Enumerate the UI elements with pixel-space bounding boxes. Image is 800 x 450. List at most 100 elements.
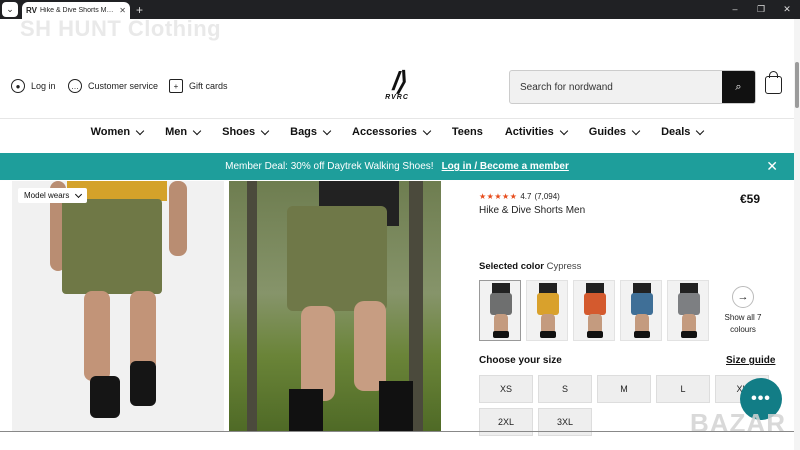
review-count: (7,094) — [534, 192, 560, 201]
model-leg-right — [130, 291, 156, 371]
close-window-button[interactable]: ✕ — [774, 0, 800, 19]
chat-dots-icon: ••• — [751, 390, 771, 407]
chevron-down-icon — [192, 126, 202, 135]
show-all-line2: colours — [730, 325, 756, 334]
product-rating[interactable]: ★★★★★ 4.7 (7,094) — [479, 192, 560, 201]
color-swatches — [479, 280, 709, 341]
chevron-down-icon — [631, 126, 641, 135]
nav-label: Shoes — [222, 126, 256, 138]
customer-service-link[interactable]: … Customer service — [68, 79, 158, 93]
size-button-l[interactable]: L — [656, 375, 710, 403]
nav-label: Activities — [504, 126, 554, 138]
model-leg-right — [354, 301, 386, 391]
nav-item-shoes[interactable]: Shoes — [211, 126, 279, 138]
nav-label: Men — [165, 126, 188, 138]
cart-bag-icon[interactable] — [765, 71, 782, 94]
choose-size-label: Choose your size — [479, 355, 562, 366]
selected-color-value: Cypress — [546, 261, 582, 272]
banner-text: Member Deal: 30% off Daytrek Walking Sho… — [225, 161, 434, 172]
nav-item-accessories[interactable]: Accessories — [341, 126, 441, 138]
product-image-front[interactable]: Model wears — [12, 181, 224, 431]
model-shorts — [62, 199, 162, 294]
model-leg-left — [84, 291, 110, 381]
logo-wordmark: RVRC — [385, 94, 409, 101]
nav-item-women[interactable]: Women — [80, 126, 155, 138]
logo-mark-icon: /⟩ — [392, 66, 405, 96]
nav-item-guides[interactable]: Guides — [578, 126, 650, 138]
banner-login-link[interactable]: Log in / Become a member — [442, 161, 569, 172]
chevron-down-icon — [135, 126, 145, 135]
nav-label: Deals — [661, 126, 691, 138]
color-swatch[interactable] — [573, 280, 615, 341]
tab-close-icon[interactable]: ✕ — [119, 6, 126, 15]
scrollbar-thumb[interactable] — [795, 62, 799, 108]
model-sock-right — [379, 381, 413, 431]
nav-label: Accessories — [352, 126, 417, 138]
nav-label: Teens — [451, 126, 483, 138]
show-all-line1: Show all 7 — [724, 313, 762, 322]
product-name: Hike & Dive Shorts Men — [479, 205, 586, 216]
gift-icon: + — [169, 79, 183, 93]
gift-cards-label: Gift cards — [189, 81, 228, 91]
favicon-icon: RV — [26, 6, 37, 15]
gift-cards-link[interactable]: + Gift cards — [169, 79, 228, 93]
tab-title: Hike & Dive Shorts Men Black — [40, 7, 115, 14]
product-image-outdoor[interactable] — [229, 181, 441, 431]
swatch-shorts — [631, 293, 653, 315]
nav-item-men[interactable]: Men — [154, 126, 211, 138]
rating-value: 4.7 — [520, 192, 532, 201]
size-guide-link[interactable]: Size guide — [726, 355, 775, 366]
site-logo[interactable]: /⟩ RVRC — [373, 68, 421, 108]
color-swatch[interactable] — [667, 280, 709, 341]
model-shoe-left — [90, 376, 120, 418]
size-button-xs[interactable]: XS — [479, 375, 533, 403]
minimize-button[interactable]: – — [722, 0, 748, 19]
nav-item-bags[interactable]: Bags — [279, 126, 341, 138]
maximize-button[interactable]: ❐ — [748, 0, 774, 19]
new-tab-button[interactable]: + — [136, 3, 143, 17]
search-bar: ⌕ — [509, 70, 756, 104]
arrow-right-icon: → — [732, 286, 754, 308]
model-sock-left — [289, 389, 323, 431]
user-icon: ● — [11, 79, 25, 93]
size-button-s[interactable]: S — [538, 375, 592, 403]
login-label: Log in — [31, 81, 56, 91]
star-rating-icon: ★★★★★ — [479, 192, 518, 201]
main-nav: Women Men Shoes Bags Accessories Teens A… — [0, 126, 794, 138]
search-button[interactable]: ⌕ — [722, 71, 755, 103]
page-bottom-divider — [0, 431, 794, 432]
nav-item-deals[interactable]: Deals — [650, 126, 714, 138]
nav-item-activities[interactable]: Activities — [494, 126, 578, 138]
swatch-shorts — [490, 293, 512, 315]
chevron-down-icon — [75, 190, 83, 198]
tab-menu-button[interactable]: ⌄ — [2, 2, 18, 17]
chevron-down-icon — [322, 126, 332, 135]
swatch-shorts — [584, 293, 606, 315]
selected-color-prefix: Selected color — [479, 261, 544, 272]
show-all-colours-button[interactable]: → Show all 7 colours — [720, 286, 766, 336]
color-swatch[interactable] — [479, 280, 521, 341]
chevron-down-icon — [559, 126, 569, 135]
close-icon[interactable]: ✕ — [766, 158, 778, 175]
watermark-bottom: BAZAR — [690, 408, 786, 438]
nav-label: Guides — [588, 126, 627, 138]
selected-color-label: Selected color Cypress — [479, 261, 581, 272]
nav-item-teens[interactable]: Teens — [441, 126, 494, 138]
model-leg-left — [301, 306, 335, 401]
swatch-shorts — [537, 293, 559, 315]
model-wears-dropdown[interactable]: Model wears — [18, 188, 88, 203]
color-swatch[interactable] — [620, 280, 662, 341]
product-price: €59 — [740, 192, 761, 206]
search-input[interactable] — [510, 71, 722, 103]
model-wears-label: Model wears — [24, 191, 70, 200]
color-swatch[interactable] — [526, 280, 568, 341]
swatch-shorts — [678, 293, 700, 315]
model-shorts — [287, 206, 387, 311]
customer-service-label: Customer service — [88, 81, 159, 91]
model-arm-right — [169, 181, 187, 256]
member-deal-banner: Member Deal: 30% off Daytrek Walking Sho… — [0, 153, 794, 180]
nav-label: Bags — [290, 126, 318, 138]
size-button-m[interactable]: M — [597, 375, 651, 403]
login-link[interactable]: ● Log in — [11, 79, 56, 93]
watermark-top: SH HUNT Clothing — [20, 16, 222, 41]
